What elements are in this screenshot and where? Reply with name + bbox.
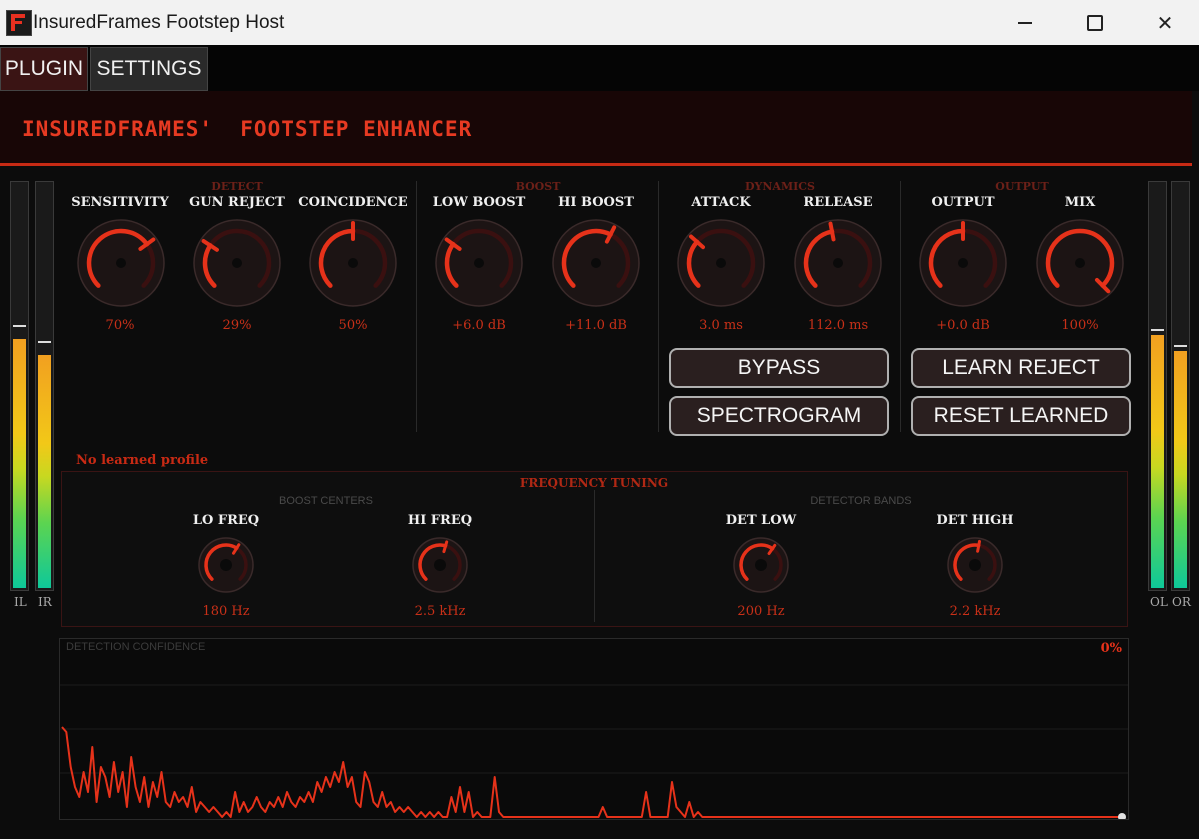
- knob-value-coincidence: 50%: [338, 318, 368, 333]
- input-meter-right: [35, 181, 54, 591]
- knob-center: [220, 559, 232, 571]
- knob-label-mix: MIX: [1064, 195, 1096, 210]
- meter-label-ol: OL: [1150, 595, 1168, 609]
- knob-center: [434, 559, 446, 571]
- spectrogram-button[interactable]: SPECTROGRAM: [669, 396, 889, 436]
- plugin-title: INSUREDFRAMES' FOOTSTEP ENHANCER: [22, 117, 473, 141]
- output-meter-right: [1171, 181, 1190, 591]
- knob-label-det-high: DET HIGH: [936, 513, 1014, 528]
- frequency-tuning-title: FREQUENCY TUNING: [519, 476, 669, 490]
- learn-reject-button[interactable]: LEARN REJECT: [911, 348, 1131, 388]
- lo-freq-knob[interactable]: [197, 536, 255, 594]
- knob-label-gun-reject: GUN REJECT: [189, 195, 285, 210]
- meter-peak: [13, 324, 26, 327]
- knob-center: [116, 258, 126, 268]
- hi-freq-knob[interactable]: [411, 536, 469, 594]
- group-title-output: OUTPUT: [995, 180, 1049, 193]
- input-meter-left: [10, 181, 29, 591]
- coincidence-knob[interactable]: [308, 218, 398, 308]
- knob-value-attack: 3.0 ms: [699, 318, 743, 333]
- knob-value-gun-reject: 29%: [222, 318, 252, 333]
- knob-value-det-high: 2.2 kHz: [949, 604, 1001, 619]
- group-title-detect: DETECT: [211, 180, 263, 193]
- app-icon: [6, 10, 32, 36]
- knob-center: [969, 559, 981, 571]
- minimize-button[interactable]: [990, 0, 1060, 45]
- knob-label-output: OUTPUT: [931, 195, 995, 210]
- meter-peak: [1151, 328, 1164, 331]
- knob-label-coincidence: COINCIDENCE: [298, 195, 408, 210]
- knob-value-mix: 100%: [1061, 318, 1099, 333]
- meter-peak: [1174, 345, 1187, 348]
- knob-label-hi-freq: HI FREQ: [407, 513, 473, 528]
- group-divider: [658, 181, 659, 432]
- knob-center: [958, 258, 968, 268]
- det-low-knob[interactable]: [732, 536, 790, 594]
- low-boost-knob[interactable]: [434, 218, 524, 308]
- knob-center: [348, 258, 358, 268]
- output-knob[interactable]: [918, 218, 1008, 308]
- knob-label-sensitivity: SENSITIVITY: [71, 195, 169, 210]
- window-title: InsuredFrames Footstep Host: [33, 12, 285, 33]
- close-button[interactable]: ✕: [1130, 0, 1199, 45]
- knob-center: [716, 258, 726, 268]
- knob-value-low-boost: +6.0 dB: [452, 318, 506, 333]
- knob-center: [232, 258, 242, 268]
- maximize-button[interactable]: [1060, 0, 1130, 45]
- knob-center: [1075, 258, 1085, 268]
- knob-label-det-low: DET LOW: [725, 513, 797, 528]
- knob-label-attack: ATTACK: [691, 195, 751, 210]
- group-title-boost: BOOST: [515, 180, 561, 193]
- meter-label-ir: IR: [38, 595, 52, 609]
- knob-value-lo-freq: 180 Hz: [202, 604, 250, 619]
- knob-pointer: [976, 539, 981, 553]
- group-title-dynamics: DYNAMICS: [744, 180, 815, 193]
- tab-plugin[interactable]: PLUGIN: [0, 47, 88, 91]
- gun-reject-knob[interactable]: [192, 218, 282, 308]
- confidence-line: [61, 726, 1122, 818]
- knob-center: [591, 258, 601, 268]
- knob-label-lo-freq: LO FREQ: [192, 513, 260, 528]
- tab-settings[interactable]: SETTINGS: [90, 47, 208, 91]
- mix-knob[interactable]: [1035, 218, 1125, 308]
- meter-fill: [38, 355, 51, 588]
- knob-value-output: +0.0 dB: [936, 318, 990, 333]
- knob-center: [755, 559, 767, 571]
- knob-center: [833, 258, 843, 268]
- knob-label-release: RELEASE: [803, 195, 873, 210]
- det-high-knob[interactable]: [946, 536, 1004, 594]
- profile-status: No learned profile: [76, 453, 209, 468]
- maximize-icon: [1087, 14, 1103, 31]
- knob-label-hi-boost: HI BOOST: [558, 195, 634, 210]
- output-meter-left: [1148, 181, 1167, 591]
- knob-value-det-low: 200 Hz: [737, 604, 785, 619]
- knob-value-hi-freq: 2.5 kHz: [414, 604, 466, 619]
- detection-confidence-graph: [60, 684, 1128, 819]
- detector-bands-title: DETECTOR BANDS: [810, 495, 912, 507]
- release-knob[interactable]: [793, 218, 883, 308]
- knob-value-hi-boost: +11.0 dB: [565, 318, 627, 333]
- group-divider: [416, 181, 417, 432]
- attack-knob[interactable]: [676, 218, 766, 308]
- meter-fill: [1151, 334, 1164, 588]
- frequency-divider: [594, 490, 595, 622]
- meter-peak: [38, 341, 51, 344]
- minimize-icon: [1018, 21, 1032, 24]
- close-icon: ✕: [1156, 10, 1174, 35]
- meter-fill: [13, 339, 26, 588]
- knob-value-release: 112.0 ms: [807, 318, 869, 333]
- confidence-cursor: [1118, 813, 1126, 819]
- group-divider: [900, 181, 901, 432]
- meter-label-il: IL: [14, 595, 27, 609]
- hi-boost-knob[interactable]: [551, 218, 641, 308]
- knob-value-sensitivity: 70%: [105, 318, 135, 333]
- knob-center: [474, 258, 484, 268]
- reset-learned-button[interactable]: RESET LEARNED: [911, 396, 1131, 436]
- boost-centers-title: BOOST CENTERS: [279, 495, 373, 507]
- meter-label-or: OR: [1172, 595, 1191, 609]
- knob-label-low-boost: LOW BOOST: [432, 195, 526, 210]
- meter-fill: [1174, 351, 1187, 588]
- sensitivity-knob[interactable]: [76, 218, 166, 308]
- bypass-button[interactable]: BYPASS: [669, 348, 889, 388]
